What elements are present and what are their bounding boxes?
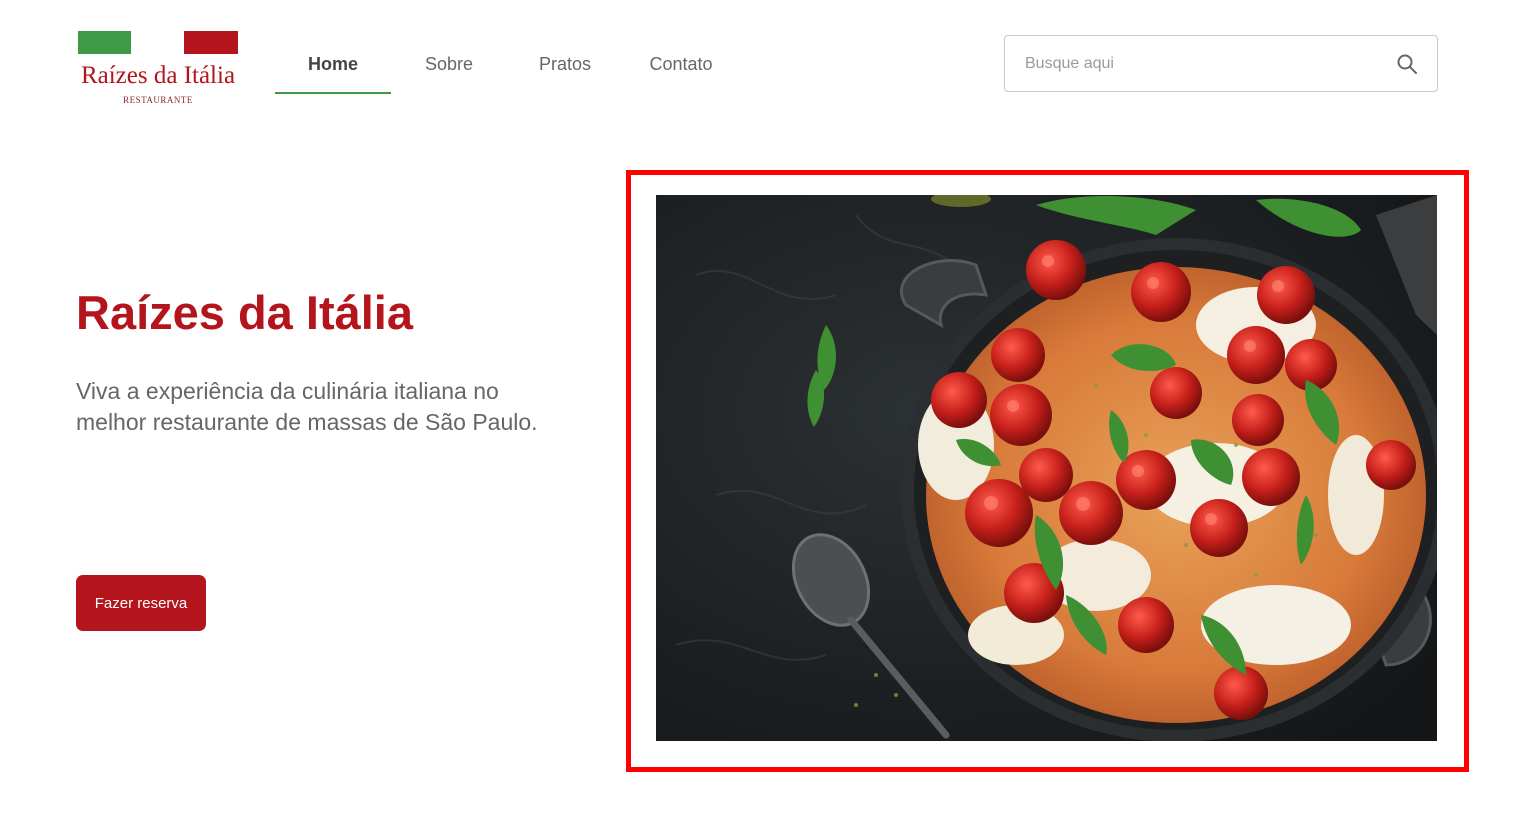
main-nav: Home Sobre Pratos Contato xyxy=(275,36,739,96)
pasta-dish-image[interactable] xyxy=(656,195,1437,741)
nav-item-pratos[interactable]: Pratos xyxy=(507,36,623,94)
image-highlight-frame xyxy=(626,170,1469,772)
nav-item-sobre[interactable]: Sobre xyxy=(391,36,507,94)
hero-subtitle: Viva a experiência da culinária italiana… xyxy=(76,378,538,435)
search-icon[interactable] xyxy=(1395,52,1419,76)
logo-subtitle: RESTAURANTE xyxy=(123,95,193,105)
logo-flag-red xyxy=(184,31,238,54)
logo[interactable]: Raízes da Itália RESTAURANTE xyxy=(76,31,240,107)
logo-title: Raízes da Itália xyxy=(80,62,236,89)
hero-title: Raízes da Itália xyxy=(76,286,413,339)
search-input[interactable] xyxy=(1023,44,1373,84)
nav-item-contato[interactable]: Contato xyxy=(623,36,739,94)
logo-flag-green xyxy=(78,31,131,54)
reserve-button[interactable]: Fazer reserva xyxy=(76,575,206,631)
search-box xyxy=(1004,35,1438,92)
nav-item-home[interactable]: Home xyxy=(275,36,391,94)
